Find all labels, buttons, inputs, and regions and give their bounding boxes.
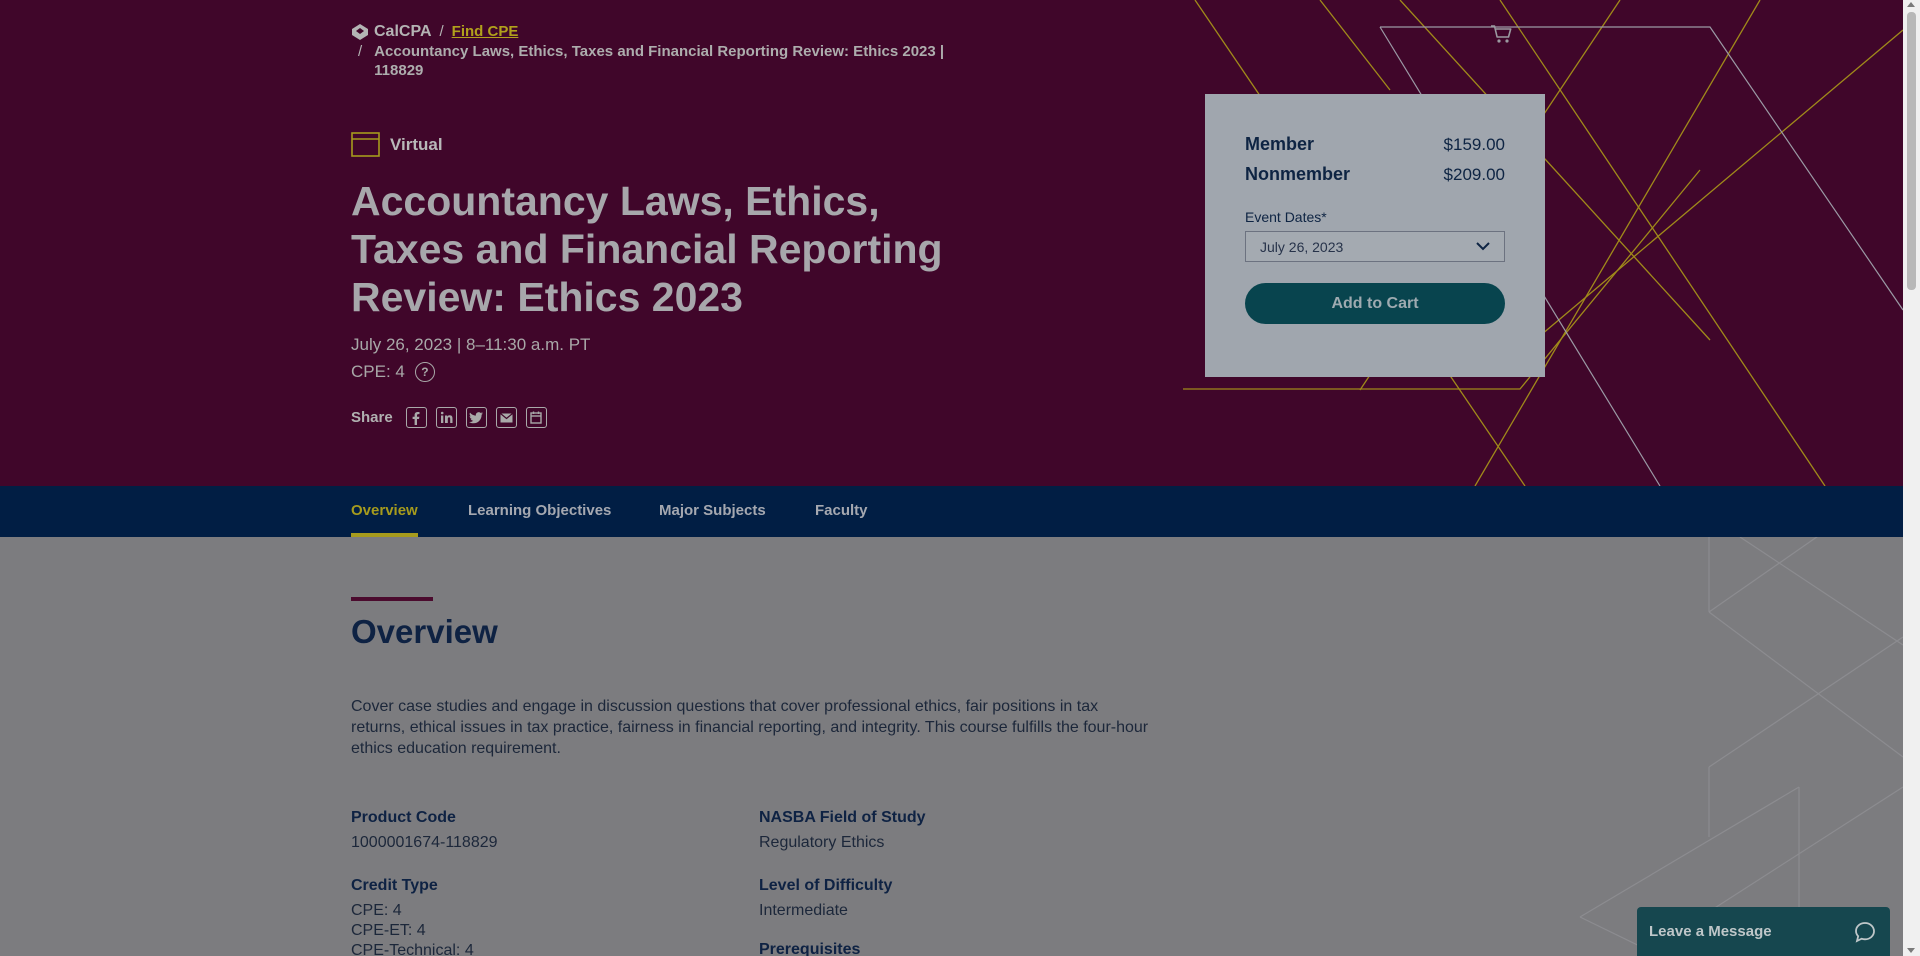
event-dates-select[interactable]: July 26, 2023	[1245, 231, 1505, 262]
tab-major-subjects[interactable]: Major Subjects	[659, 486, 766, 537]
field-of-study-value: Regulatory Ethics	[759, 834, 885, 851]
difficulty-value: Intermediate	[759, 902, 848, 919]
add-to-cart-button[interactable]: Add to Cart	[1245, 283, 1505, 324]
logo-text: CalCPA	[374, 23, 432, 40]
tab-faculty[interactable]: Faculty	[815, 486, 868, 537]
chat-label: Leave a Message	[1649, 923, 1772, 940]
breadcrumb-separator: /	[439, 23, 444, 40]
scroll-down-arrow-icon[interactable]	[1907, 948, 1915, 953]
credit-line: CPE: 4	[351, 902, 402, 919]
field-of-study-label: NASBA Field of Study	[759, 809, 926, 826]
credit-type-label: Credit Type	[351, 877, 438, 894]
overview-section: Overview Cover case studies and engage i…	[0, 537, 1903, 956]
nonmember-price-row: Nonmember $209.00	[1245, 164, 1505, 185]
facebook-icon[interactable]	[405, 407, 427, 428]
product-code-field: Product Code 1000001674-118829	[351, 808, 498, 853]
member-price-row: Member $159.00	[1245, 134, 1505, 155]
selected-date: July 26, 2023	[1260, 238, 1344, 255]
section-accent-bar	[351, 597, 433, 601]
course-description: Cover case studies and engage in discuss…	[351, 698, 1149, 757]
chevron-down-icon	[1476, 242, 1490, 251]
cpe-value: CPE: 4	[351, 362, 405, 381]
calcpa-logo[interactable]: CalCPA	[351, 22, 432, 41]
field-of-study-field: NASBA Field of Study Regulatory Ethics	[759, 808, 926, 853]
credit-line: CPE-ET: 4	[351, 922, 426, 939]
breadcrumb: CalCPA / Find CPE / Accountancy Laws, Et…	[351, 22, 951, 80]
leave-message-button[interactable]: Leave a Message	[1637, 907, 1890, 956]
calcpa-logo-icon	[352, 23, 368, 40]
page-title: Accountancy Laws, Ethics, Taxes and Fina…	[351, 178, 943, 320]
credit-line: CPE-Technical: 4	[351, 942, 474, 956]
breadcrumb-separator: /	[358, 43, 363, 60]
share-label: Share	[351, 409, 393, 426]
section-tabs: Overview Learning Objectives Major Subje…	[0, 486, 1903, 537]
event-dates-label: Event Dates*	[1245, 209, 1327, 225]
prerequisites-field: Prerequisites	[759, 940, 860, 956]
linkedin-icon[interactable]	[435, 407, 457, 428]
page-scrollbar[interactable]	[1903, 0, 1920, 956]
twitter-icon[interactable]	[465, 407, 487, 428]
email-icon[interactable]	[495, 407, 517, 428]
event-format: Virtual	[351, 132, 443, 157]
product-code-label: Product Code	[351, 809, 456, 826]
chat-bubble-icon	[1855, 921, 1875, 943]
member-price: $159.00	[1443, 135, 1505, 154]
help-icon[interactable]: ?	[414, 362, 435, 382]
prerequisites-label: Prerequisites	[759, 941, 861, 956]
tab-overview[interactable]: Overview	[351, 486, 418, 537]
breadcrumb-current: Accountancy Laws, Ethics, Taxes and Fina…	[374, 43, 945, 79]
breadcrumb-find-cpe-link[interactable]: Find CPE	[452, 22, 519, 41]
scroll-up-arrow-icon[interactable]	[1907, 2, 1915, 7]
pricing-card: Member $159.00 Nonmember $209.00 Event D…	[1205, 94, 1545, 377]
virtual-screen-icon	[351, 132, 380, 157]
nonmember-price: $209.00	[1443, 165, 1505, 184]
section-heading: Overview	[351, 613, 498, 650]
decorative-lines	[1183, 0, 1903, 486]
member-label: Member	[1245, 134, 1315, 154]
calendar-icon[interactable]	[525, 407, 547, 428]
format-label: Virtual	[390, 134, 443, 154]
difficulty-label: Level of Difficulty	[759, 877, 893, 894]
tab-learning-objectives[interactable]: Learning Objectives	[468, 486, 611, 537]
share-bar: Share	[351, 407, 547, 428]
nonmember-label: Nonmember	[1245, 164, 1351, 184]
credit-type-field: Credit Type CPE: 4 CPE-ET: 4 CPE-Technic…	[351, 876, 474, 956]
event-date-time: July 26, 2023 | 8–11:30 a.m. PT	[351, 335, 591, 354]
scrollbar-thumb[interactable]	[1907, 12, 1916, 290]
event-cpe: CPE: 4 ?	[351, 362, 435, 382]
difficulty-field: Level of Difficulty Intermediate	[759, 876, 892, 921]
shopping-cart-icon[interactable]	[1490, 24, 1514, 44]
product-code-value: 1000001674-118829	[351, 834, 498, 851]
hero-banner: CalCPA / Find CPE / Accountancy Laws, Et…	[0, 0, 1903, 486]
